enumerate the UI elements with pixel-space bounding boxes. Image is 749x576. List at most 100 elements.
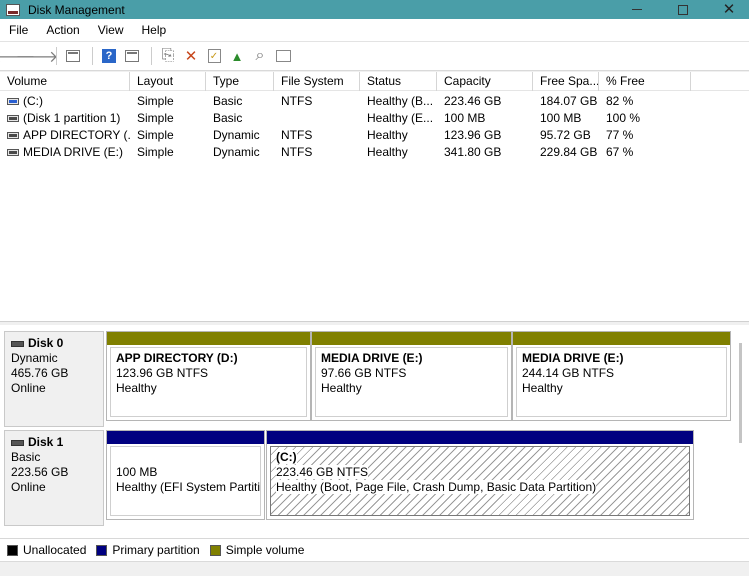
status-bar — [0, 561, 749, 576]
show-pane-button[interactable] — [122, 46, 142, 66]
up-folder-icon: ▲ — [230, 48, 244, 64]
check-icon: ✓ — [207, 49, 221, 63]
primary-partition-bar — [107, 431, 264, 444]
partition-name: MEDIA DRIVE (E:) — [321, 351, 423, 365]
volume-status: Healthy (E... — [367, 111, 434, 125]
column-header-percent-free[interactable]: % Free — [599, 72, 691, 91]
column-header-layout[interactable]: Layout — [130, 72, 206, 91]
toolbar-separator — [92, 47, 93, 65]
disk-management-app-icon — [6, 3, 20, 16]
volume-status: Healthy — [367, 128, 408, 142]
partition-media-drive-1[interactable]: MEDIA DRIVE (E:) 97.66 GB NTFS Healthy — [311, 331, 512, 421]
volume-name: MEDIA DRIVE (E:) — [23, 145, 124, 159]
legend-label: Unallocated — [23, 543, 87, 557]
partition-app-directory[interactable]: APP DIRECTORY (D:) 123.96 GB NTFS Health… — [106, 331, 311, 421]
up-folder-button[interactable]: ▲ — [227, 46, 247, 66]
minimize-button[interactable] — [614, 0, 660, 19]
volume-layout: Simple — [137, 94, 174, 108]
toolbar-separator — [56, 47, 57, 65]
volume-file-system: NTFS — [281, 145, 313, 159]
partition-status: Healthy — [522, 381, 563, 395]
volume-percent-free: 77 % — [606, 128, 634, 142]
menu-file[interactable]: File — [0, 23, 37, 37]
disk-0-label[interactable]: Disk 0 Dynamic 465.76 GB Online — [4, 331, 104, 427]
partition-detail: 123.96 GB NTFS — [116, 366, 209, 380]
legend-item-simple-volume: Simple volume — [209, 543, 304, 557]
disk-size: 465.76 GB — [11, 366, 69, 380]
unallocated-swatch-icon — [7, 544, 18, 556]
check-button[interactable]: ✓ — [204, 46, 224, 66]
disk-icon — [11, 439, 24, 446]
vertical-scrollbar[interactable] — [735, 325, 749, 538]
console-tree-button[interactable] — [63, 46, 83, 66]
search-button[interactable]: ⌕ — [250, 46, 270, 66]
column-header-free-space[interactable]: Free Spa... — [533, 72, 599, 91]
drive-icon — [7, 132, 19, 139]
partition-media-drive-2[interactable]: MEDIA DRIVE (E:) 244.14 GB NTFS Healthy — [512, 331, 731, 421]
disk-type: Dynamic — [11, 351, 58, 365]
forward-button[interactable]: 🡒 — [16, 46, 59, 66]
partition-detail: 97.66 GB NTFS — [321, 366, 407, 380]
toolbar-separator — [151, 47, 152, 65]
volume-list-header: Volume Layout Type File System Status Ca… — [0, 72, 749, 91]
column-header-volume[interactable]: Volume — [0, 72, 130, 91]
volume-file-system: NTFS — [281, 128, 313, 142]
table-row[interactable]: MEDIA DRIVE (E:) Simple Dynamic NTFS Hea… — [0, 144, 749, 161]
partition-detail: 244.14 GB NTFS — [522, 366, 615, 380]
simple-volume-swatch-icon — [209, 544, 221, 556]
disk-row-0: Disk 0 Dynamic 465.76 GB Online APP DIRE… — [4, 331, 744, 427]
column-header-capacity[interactable]: Capacity — [437, 72, 533, 91]
partition-status: Healthy (EFI System Partitio — [116, 480, 261, 494]
volume-capacity: 100 MB — [444, 111, 486, 125]
drive-icon — [7, 149, 19, 156]
scrollbar-thumb[interactable] — [739, 343, 742, 443]
show-pane-icon — [125, 50, 139, 62]
volume-percent-free: 67 % — [606, 145, 634, 159]
partition-status: Healthy (Boot, Page File, Crash Dump, Ba… — [276, 480, 597, 494]
volume-type: Basic — [213, 111, 243, 125]
partition-c-drive[interactable]: (C:) 223.46 GB NTFS Healthy (Boot, Page … — [266, 430, 694, 520]
connect-button[interactable]: ⎘ — [158, 46, 178, 66]
partition-detail: 100 MB — [116, 465, 158, 479]
volume-type: Dynamic — [213, 145, 260, 159]
maximize-icon — [678, 4, 688, 15]
partition-detail: 223.46 GB NTFS — [276, 465, 369, 479]
volume-free-space: 95.72 GB — [540, 128, 591, 142]
volume-name: (C:) — [23, 94, 43, 108]
volume-percent-free: 82 % — [606, 94, 634, 108]
menu-view[interactable]: View — [89, 23, 133, 37]
table-row[interactable]: (C:) Simple Basic NTFS Healthy (B... 223… — [0, 93, 749, 110]
table-row[interactable]: APP DIRECTORY (... Simple Dynamic NTFS H… — [0, 127, 749, 144]
partition-efi-system[interactable]: 100 MB Healthy (EFI System Partitio — [106, 430, 265, 520]
properties-button[interactable] — [273, 46, 293, 66]
simple-volume-bar — [513, 332, 730, 345]
toolbar: 🡐 🡒 ? ⎘ ✕ ✓ ▲ ⌕ — [0, 42, 749, 71]
table-row[interactable]: (Disk 1 partition 1) Simple Basic Health… — [0, 110, 749, 127]
disk-graphical-view: Disk 0 Dynamic 465.76 GB Online APP DIRE… — [0, 325, 749, 538]
close-button[interactable]: ✕ — [706, 0, 749, 19]
volume-type: Dynamic — [213, 128, 260, 142]
system-drive-icon — [7, 98, 19, 105]
column-header-file-system[interactable]: File System — [274, 72, 360, 91]
column-header-status[interactable]: Status — [360, 72, 437, 91]
volume-free-space: 229.84 GB — [540, 145, 598, 159]
volume-list-body: (C:) Simple Basic NTFS Healthy (B... 223… — [0, 93, 749, 161]
volume-name: APP DIRECTORY (... — [23, 128, 130, 142]
menu-action[interactable]: Action — [37, 23, 88, 37]
volume-free-space: 184.07 GB — [540, 94, 598, 108]
volume-capacity: 123.96 GB — [444, 128, 502, 142]
legend: Unallocated Primary partition Simple vol… — [0, 538, 749, 561]
help-button[interactable]: ? — [99, 46, 119, 66]
title-bar: Disk Management ✕ — [0, 0, 749, 19]
partition-name: (C:) — [276, 450, 297, 464]
column-header-type[interactable]: Type — [206, 72, 274, 91]
volume-list[interactable]: Volume Layout Type File System Status Ca… — [0, 72, 749, 321]
menu-help[interactable]: Help — [133, 23, 176, 37]
disk-1-label[interactable]: Disk 1 Basic 223.56 GB Online — [4, 430, 104, 526]
legend-label: Primary partition — [112, 543, 200, 557]
delete-button[interactable]: ✕ — [181, 46, 201, 66]
maximize-button[interactable] — [660, 0, 706, 19]
partition-name: MEDIA DRIVE (E:) — [522, 351, 624, 365]
volume-status: Healthy — [367, 145, 408, 159]
partition-status: Healthy — [116, 381, 157, 395]
